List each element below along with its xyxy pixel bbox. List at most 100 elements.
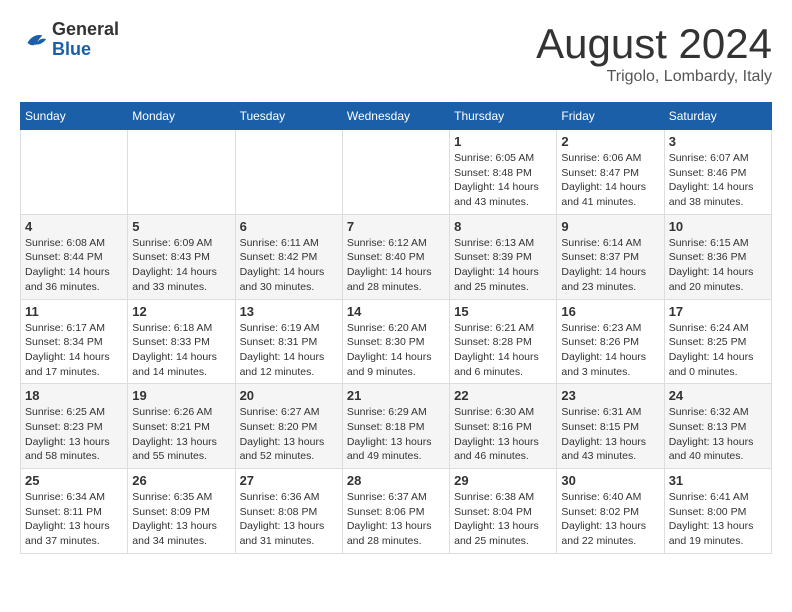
day-info: Sunrise: 6:37 AM Sunset: 8:06 PM Dayligh… (347, 490, 445, 549)
weekday-header-thursday: Thursday (450, 103, 557, 130)
calendar-cell (21, 130, 128, 215)
day-info: Sunrise: 6:36 AM Sunset: 8:08 PM Dayligh… (240, 490, 338, 549)
calendar-week-row: 1 Sunrise: 6:05 AM Sunset: 8:48 PM Daylig… (21, 130, 772, 215)
logo-bird-icon (20, 26, 48, 54)
day-info: Sunrise: 6:14 AM Sunset: 8:37 PM Dayligh… (561, 236, 659, 295)
calendar-cell: 20 Sunrise: 6:27 AM Sunset: 8:20 PM Dayli… (235, 384, 342, 469)
calendar-week-row: 18Sunrise: 6:25 AM Sunset: 8:23 PM Dayli… (21, 384, 772, 469)
calendar-cell: 3Sunrise: 6:07 AM Sunset: 8:46 PM Daylig… (664, 130, 771, 215)
day-number: 11 (25, 304, 123, 319)
day-number: 19 (132, 388, 230, 403)
location-subtitle: Trigolo, Lombardy, Italy (536, 68, 772, 86)
calendar-cell: 7 Sunrise: 6:12 AM Sunset: 8:40 PM Daylig… (342, 214, 449, 299)
day-number: 17 (669, 304, 767, 319)
calendar-cell: 28 Sunrise: 6:37 AM Sunset: 8:06 PM Dayli… (342, 469, 449, 554)
day-number: 1 (454, 134, 552, 149)
day-number: 28 (347, 473, 445, 488)
calendar-week-row: 11 Sunrise: 6:17 AM Sunset: 8:34 PM Dayli… (21, 299, 772, 384)
calendar-cell: 16 Sunrise: 6:23 AM Sunset: 8:26 PM Dayli… (557, 299, 664, 384)
day-number: 20 (240, 388, 338, 403)
day-number: 29 (454, 473, 552, 488)
day-info: Sunrise: 6:31 AM Sunset: 8:15 PM Dayligh… (561, 405, 659, 464)
calendar-cell: 24Sunrise: 6:32 AM Sunset: 8:13 PM Dayli… (664, 384, 771, 469)
day-number: 22 (454, 388, 552, 403)
calendar-cell: 2 Sunrise: 6:06 AM Sunset: 8:47 PM Daylig… (557, 130, 664, 215)
day-info: Sunrise: 6:15 AM Sunset: 8:36 PM Dayligh… (669, 236, 767, 295)
title-block: August 2024 Trigolo, Lombardy, Italy (536, 20, 772, 86)
weekday-header-wednesday: Wednesday (342, 103, 449, 130)
calendar-cell: 21 Sunrise: 6:29 AM Sunset: 8:18 PM Dayli… (342, 384, 449, 469)
day-number: 24 (669, 388, 767, 403)
calendar-cell: 15 Sunrise: 6:21 AM Sunset: 8:28 PM Dayli… (450, 299, 557, 384)
day-info: Sunrise: 6:13 AM Sunset: 8:39 PM Dayligh… (454, 236, 552, 295)
day-number: 16 (561, 304, 659, 319)
day-info: Sunrise: 6:06 AM Sunset: 8:47 PM Dayligh… (561, 151, 659, 210)
day-info: Sunrise: 6:12 AM Sunset: 8:40 PM Dayligh… (347, 236, 445, 295)
day-info: Sunrise: 6:27 AM Sunset: 8:20 PM Dayligh… (240, 405, 338, 464)
day-info: Sunrise: 6:38 AM Sunset: 8:04 PM Dayligh… (454, 490, 552, 549)
calendar-cell: 30Sunrise: 6:40 AM Sunset: 8:02 PM Dayli… (557, 469, 664, 554)
weekday-header-sunday: Sunday (21, 103, 128, 130)
day-number: 7 (347, 219, 445, 234)
calendar-cell: 25 Sunrise: 6:34 AM Sunset: 8:11 PM Dayli… (21, 469, 128, 554)
calendar-cell: 19 Sunrise: 6:26 AM Sunset: 8:21 PM Dayli… (128, 384, 235, 469)
day-number: 18 (25, 388, 123, 403)
day-info: Sunrise: 6:18 AM Sunset: 8:33 PM Dayligh… (132, 321, 230, 380)
day-info: Sunrise: 6:20 AM Sunset: 8:30 PM Dayligh… (347, 321, 445, 380)
day-info: Sunrise: 6:05 AM Sunset: 8:48 PM Dayligh… (454, 151, 552, 210)
day-info: Sunrise: 6:11 AM Sunset: 8:42 PM Dayligh… (240, 236, 338, 295)
day-number: 27 (240, 473, 338, 488)
calendar-cell: 4 Sunrise: 6:08 AM Sunset: 8:44 PM Daylig… (21, 214, 128, 299)
day-info: Sunrise: 6:26 AM Sunset: 8:21 PM Dayligh… (132, 405, 230, 464)
day-number: 14 (347, 304, 445, 319)
calendar-cell: 14 Sunrise: 6:20 AM Sunset: 8:30 PM Dayli… (342, 299, 449, 384)
day-number: 30 (561, 473, 659, 488)
calendar-cell: 12 Sunrise: 6:18 AM Sunset: 8:33 PM Dayli… (128, 299, 235, 384)
day-info: Sunrise: 6:24 AM Sunset: 8:25 PM Dayligh… (669, 321, 767, 380)
page-header: General Blue August 2024 Trigolo, Lombar… (20, 20, 772, 86)
day-info: Sunrise: 6:23 AM Sunset: 8:26 PM Dayligh… (561, 321, 659, 380)
calendar-week-row: 4 Sunrise: 6:08 AM Sunset: 8:44 PM Daylig… (21, 214, 772, 299)
calendar-cell: 26Sunrise: 6:35 AM Sunset: 8:09 PM Dayli… (128, 469, 235, 554)
day-number: 5 (132, 219, 230, 234)
day-info: Sunrise: 6:29 AM Sunset: 8:18 PM Dayligh… (347, 405, 445, 464)
calendar-cell: 11 Sunrise: 6:17 AM Sunset: 8:34 PM Dayli… (21, 299, 128, 384)
day-number: 8 (454, 219, 552, 234)
calendar-cell: 13Sunrise: 6:19 AM Sunset: 8:31 PM Dayli… (235, 299, 342, 384)
day-info: Sunrise: 6:30 AM Sunset: 8:16 PM Dayligh… (454, 405, 552, 464)
day-number: 23 (561, 388, 659, 403)
logo: General Blue (20, 20, 119, 60)
day-number: 25 (25, 473, 123, 488)
calendar-cell: 31Sunrise: 6:41 AM Sunset: 8:00 PM Dayli… (664, 469, 771, 554)
day-number: 6 (240, 219, 338, 234)
day-info: Sunrise: 6:07 AM Sunset: 8:46 PM Dayligh… (669, 151, 767, 210)
calendar-cell (128, 130, 235, 215)
day-number: 31 (669, 473, 767, 488)
day-number: 9 (561, 219, 659, 234)
day-number: 21 (347, 388, 445, 403)
calendar-cell: 10Sunrise: 6:15 AM Sunset: 8:36 PM Dayli… (664, 214, 771, 299)
day-number: 2 (561, 134, 659, 149)
weekday-header-saturday: Saturday (664, 103, 771, 130)
day-number: 12 (132, 304, 230, 319)
calendar-table: SundayMondayTuesdayWednesdayThursdayFrid… (20, 102, 772, 554)
calendar-cell: 29 Sunrise: 6:38 AM Sunset: 8:04 PM Dayli… (450, 469, 557, 554)
day-info: Sunrise: 6:08 AM Sunset: 8:44 PM Dayligh… (25, 236, 123, 295)
calendar-cell: 23 Sunrise: 6:31 AM Sunset: 8:15 PM Dayli… (557, 384, 664, 469)
day-number: 15 (454, 304, 552, 319)
day-info: Sunrise: 6:21 AM Sunset: 8:28 PM Dayligh… (454, 321, 552, 380)
calendar-cell: 17 Sunrise: 6:24 AM Sunset: 8:25 PM Dayli… (664, 299, 771, 384)
calendar-body: 1 Sunrise: 6:05 AM Sunset: 8:48 PM Daylig… (21, 130, 772, 554)
month-title: August 2024 (536, 20, 772, 68)
weekday-header-monday: Monday (128, 103, 235, 130)
day-info: Sunrise: 6:34 AM Sunset: 8:11 PM Dayligh… (25, 490, 123, 549)
day-number: 13 (240, 304, 338, 319)
calendar-cell: 1 Sunrise: 6:05 AM Sunset: 8:48 PM Daylig… (450, 130, 557, 215)
calendar-cell (342, 130, 449, 215)
calendar-cell: 5 Sunrise: 6:09 AM Sunset: 8:43 PM Daylig… (128, 214, 235, 299)
weekday-header-tuesday: Tuesday (235, 103, 342, 130)
day-info: Sunrise: 6:17 AM Sunset: 8:34 PM Dayligh… (25, 321, 123, 380)
day-info: Sunrise: 6:09 AM Sunset: 8:43 PM Dayligh… (132, 236, 230, 295)
day-number: 4 (25, 219, 123, 234)
logo-blue-text: Blue (52, 39, 91, 59)
